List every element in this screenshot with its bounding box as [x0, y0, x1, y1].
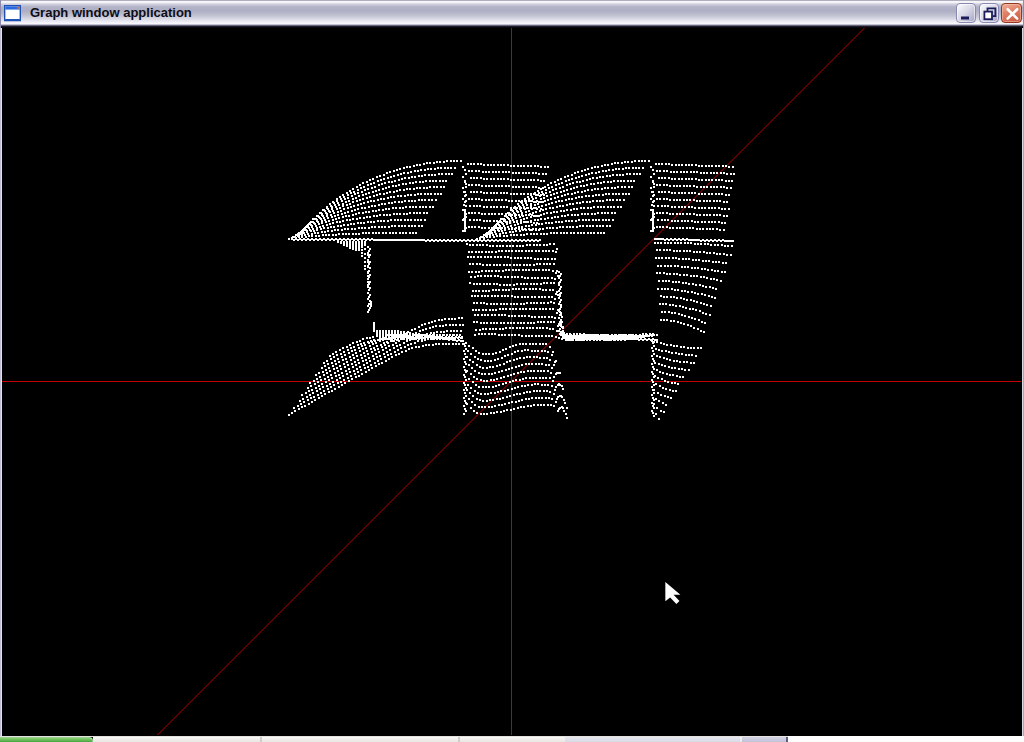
restore-button[interactable]: [979, 3, 999, 23]
window-frame-left: [0, 28, 2, 736]
taskbar-clear-area: [788, 736, 1024, 742]
start-button-sliver[interactable]: [0, 737, 93, 742]
taskbar-tray-button[interactable]: [742, 737, 788, 742]
close-button[interactable]: [1001, 3, 1022, 23]
window-title: Graph window application: [30, 5, 192, 20]
taskbar-active-button[interactable]: [565, 737, 740, 742]
app-window: Graph window application: [0, 0, 1024, 742]
taskbar-separator: [458, 737, 460, 742]
close-icon: [1002, 4, 1023, 24]
taskbar-sliver: [0, 736, 1024, 742]
minimize-icon: [957, 4, 977, 24]
title-bar[interactable]: Graph window application: [0, 0, 1024, 28]
application-icon: [4, 5, 21, 22]
taskbar-separator: [260, 737, 262, 742]
graph-canvas[interactable]: [0, 0, 1024, 742]
minimize-button[interactable]: [956, 3, 976, 23]
title-bar-left-border: [0, 0, 1, 28]
restore-icon: [980, 4, 1000, 24]
